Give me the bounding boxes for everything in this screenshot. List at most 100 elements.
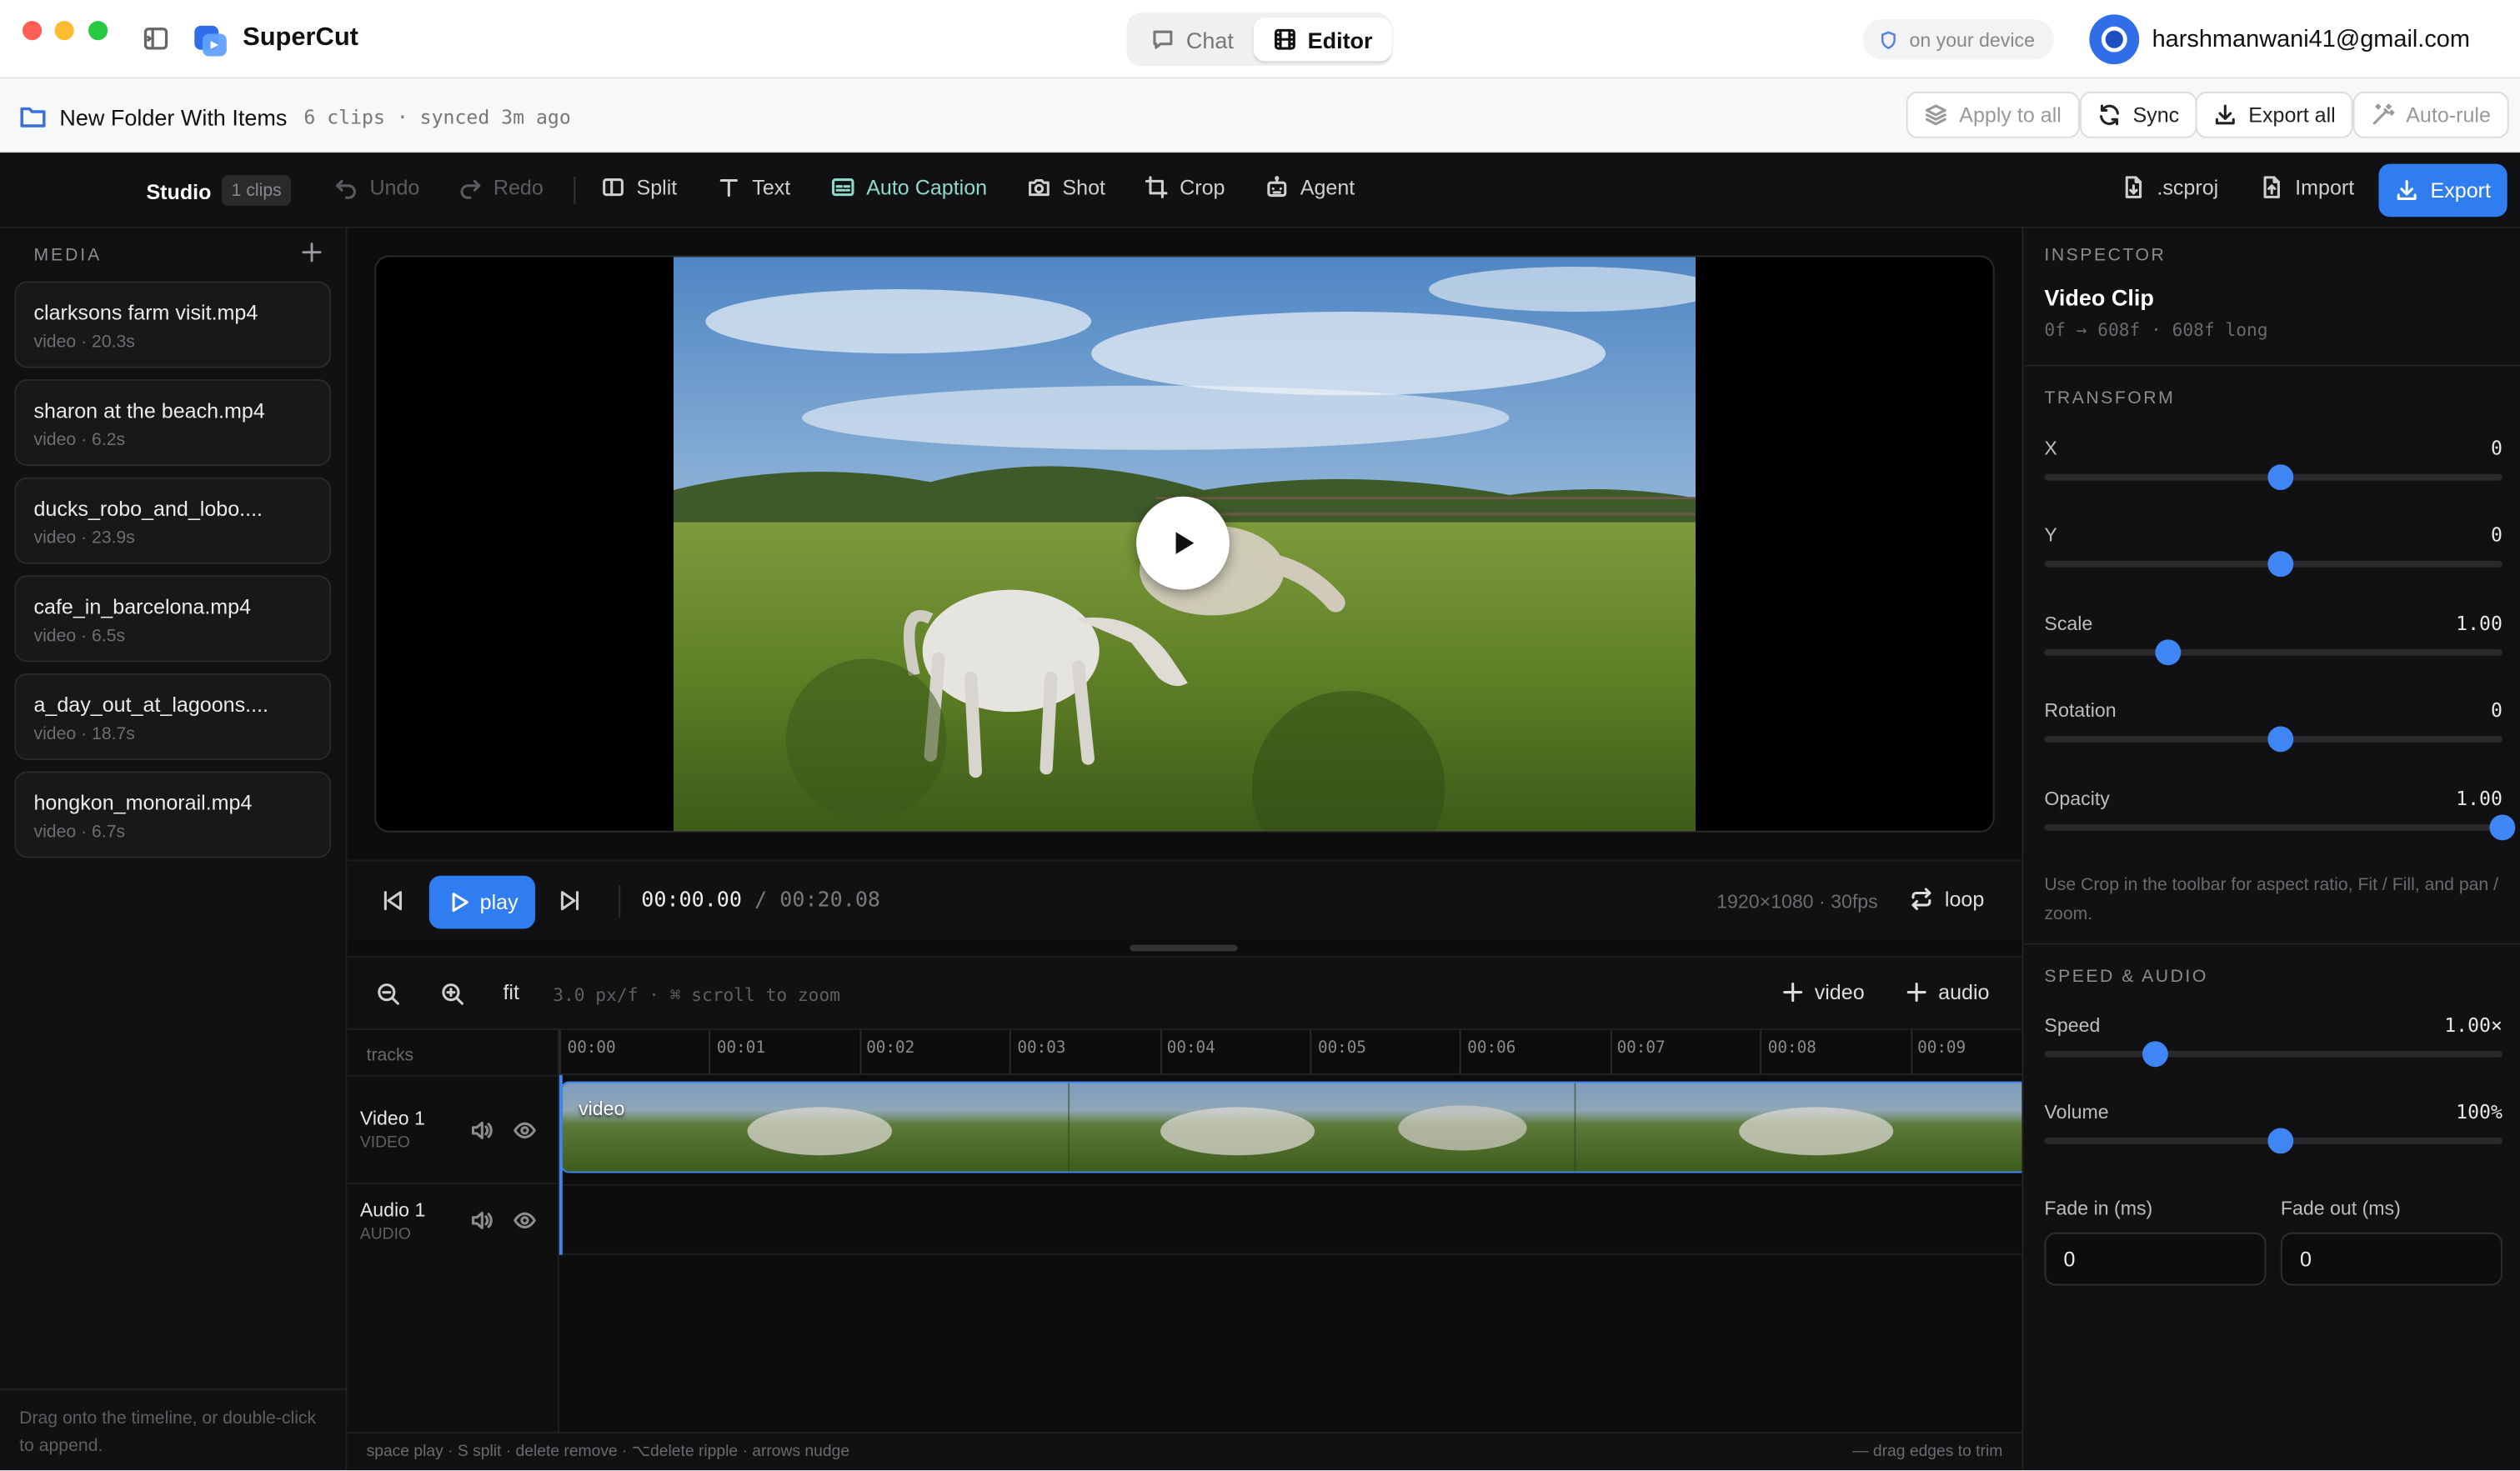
loop-button[interactable]: loop xyxy=(1909,887,1984,911)
media-item-meta: video · 18.7s xyxy=(33,724,135,744)
slider-rotation: Rotation 0 xyxy=(2044,699,2502,763)
transport-divider xyxy=(619,885,621,918)
slider-track[interactable] xyxy=(2044,824,2502,831)
shortcut-hints: space play · S split · delete remove · ⌥… xyxy=(366,1443,850,1461)
export-all-button[interactable]: Export all xyxy=(2195,91,2353,138)
apply-to-all-button[interactable]: Apply to all xyxy=(1906,91,2080,138)
playhead[interactable] xyxy=(559,1074,563,1255)
zoom-out-icon[interactable] xyxy=(376,982,400,1006)
crop-note: Use Crop in the toolbar for aspect ratio… xyxy=(2044,875,2499,924)
video-preview[interactable] xyxy=(374,255,1995,833)
shot-label: Shot xyxy=(1062,175,1105,200)
fit-button[interactable]: fit xyxy=(503,980,519,1004)
ruler-tick-label: 00:07 xyxy=(1616,1039,1666,1058)
total-time: / 00:20.08 xyxy=(754,888,881,913)
media-item[interactable]: ducks_robo_and_lobo.... video · 23.9s xyxy=(14,477,332,564)
scproj-button[interactable]: .scproj xyxy=(2122,175,2218,199)
media-item[interactable]: hongkon_monorail.mp4 video · 6.7s xyxy=(14,771,332,858)
slider-track[interactable] xyxy=(2044,1050,2502,1058)
text-button[interactable]: Text xyxy=(717,175,790,199)
slider-thumb[interactable] xyxy=(2267,1128,2293,1154)
media-item[interactable]: a_day_out_at_lagoons.... video · 18.7s xyxy=(14,673,332,760)
maximize-window-button[interactable] xyxy=(88,21,108,41)
plus-icon[interactable] xyxy=(301,241,323,263)
skip-forward-icon[interactable] xyxy=(558,888,582,913)
slider-label: Speed xyxy=(2044,1013,2101,1037)
play-icon xyxy=(1167,527,1200,559)
slider-thumb[interactable] xyxy=(2142,1041,2168,1068)
auto-caption-button[interactable]: Auto Caption xyxy=(831,175,987,199)
export-button[interactable]: Export xyxy=(2378,163,2507,218)
split-button[interactable]: Split xyxy=(601,175,677,199)
tab-editor[interactable]: Editor xyxy=(1253,18,1392,62)
slider-thumb[interactable] xyxy=(2267,464,2293,491)
timeline-ruler[interactable]: 00:00 00:01 00:02 00:03 00:04 00:05 00:0… xyxy=(559,1029,2022,1075)
undo-button[interactable]: Undo xyxy=(334,175,419,199)
media-item-name: cafe_in_barcelona.mp4 xyxy=(33,594,252,619)
slider-value: 1.00× xyxy=(2444,1013,2502,1037)
sync-button[interactable]: Sync xyxy=(2079,91,2197,138)
add-audio-track-button[interactable]: audio xyxy=(1905,980,1990,1004)
play-button[interactable]: play xyxy=(428,875,536,929)
redo-button[interactable]: Redo xyxy=(458,175,544,200)
download-icon xyxy=(2213,103,2237,127)
avatar[interactable] xyxy=(2089,14,2140,65)
speaker-icon[interactable] xyxy=(469,1208,493,1233)
ruler-tick-label: 00:04 xyxy=(1166,1039,1215,1058)
eye-icon[interactable] xyxy=(513,1208,537,1233)
agent-button[interactable]: Agent xyxy=(1265,175,1355,199)
camera-icon xyxy=(1027,175,1051,199)
crop-button[interactable]: Crop xyxy=(1145,175,1225,199)
slider-value: 1.00 xyxy=(2456,612,2502,635)
slider-value: 0 xyxy=(2490,698,2502,722)
slider-x: X 0 xyxy=(2044,437,2502,501)
resize-handle[interactable] xyxy=(1130,944,1238,952)
user-email[interactable]: harshmanwani41@gmail.com xyxy=(2152,26,2470,53)
play-overlay-button[interactable] xyxy=(1136,496,1230,590)
folder-bar: New Folder With Items 6 clips · synced 3… xyxy=(0,78,2520,153)
shot-button[interactable]: Shot xyxy=(1027,175,1105,199)
add-video-track-button[interactable]: video xyxy=(1781,980,1865,1004)
speaker-icon[interactable] xyxy=(469,1118,493,1143)
slider-thumb[interactable] xyxy=(2267,551,2293,578)
auto-rule-button[interactable]: Auto-rule xyxy=(2352,91,2509,138)
scproj-label: .scproj xyxy=(2157,175,2219,200)
inspector-panel: INSPECTOR Video Clip 0f → 608f · 608f lo… xyxy=(2022,228,2520,1471)
loop-label: loop xyxy=(1944,887,1985,912)
media-item-name: hongkon_monorail.mp4 xyxy=(33,790,253,815)
slider-thumb[interactable] xyxy=(2267,726,2293,753)
fade-in-input[interactable] xyxy=(2044,1232,2267,1286)
minimize-window-button[interactable] xyxy=(54,21,74,41)
slider-track[interactable] xyxy=(2044,648,2502,656)
fade-out-input[interactable] xyxy=(2280,1232,2502,1286)
skip-back-icon[interactable] xyxy=(381,888,405,913)
redo-label: Redo xyxy=(493,175,544,200)
file-icon xyxy=(2122,175,2146,199)
section-divider xyxy=(2023,364,2520,367)
media-item[interactable]: clarksons farm visit.mp4 video · 20.3s xyxy=(14,281,332,368)
track-type: AUDIO xyxy=(359,1226,411,1244)
timeline-toolbar: fit 3.0 px/f · ⌘ scroll to zoom video au… xyxy=(347,956,2022,1030)
import-button[interactable]: Import xyxy=(2260,175,2354,199)
ruler-tick xyxy=(1009,1029,1011,1075)
slider-thumb[interactable] xyxy=(2155,639,2182,666)
close-window-button[interactable] xyxy=(22,21,43,41)
slider-y: Y 0 xyxy=(2044,524,2502,588)
slider-thumb[interactable] xyxy=(2489,814,2516,841)
ruler-tick xyxy=(1760,1029,1762,1075)
toolbar-divider xyxy=(574,177,576,204)
on-device-badge: on your device xyxy=(1862,19,2055,60)
ruler-tick-label: 00:03 xyxy=(1017,1039,1066,1058)
audio-track-lane[interactable] xyxy=(560,1183,2024,1255)
ruler-tick-label: 00:01 xyxy=(716,1039,765,1058)
crop-icon xyxy=(1145,175,1169,199)
media-item[interactable]: sharon at the beach.mp4 video · 6.2s xyxy=(14,379,332,467)
section-divider xyxy=(2023,943,2520,945)
ruler-tick-label: 00:00 xyxy=(567,1039,616,1058)
tab-chat[interactable]: Chat xyxy=(1131,18,1253,61)
zoom-in-icon[interactable] xyxy=(440,982,464,1006)
media-item[interactable]: cafe_in_barcelona.mp4 video · 6.5s xyxy=(14,575,332,663)
video-clip[interactable]: video xyxy=(560,1081,2024,1173)
sidebar-toggle-icon[interactable] xyxy=(143,26,169,52)
eye-icon[interactable] xyxy=(513,1118,537,1143)
